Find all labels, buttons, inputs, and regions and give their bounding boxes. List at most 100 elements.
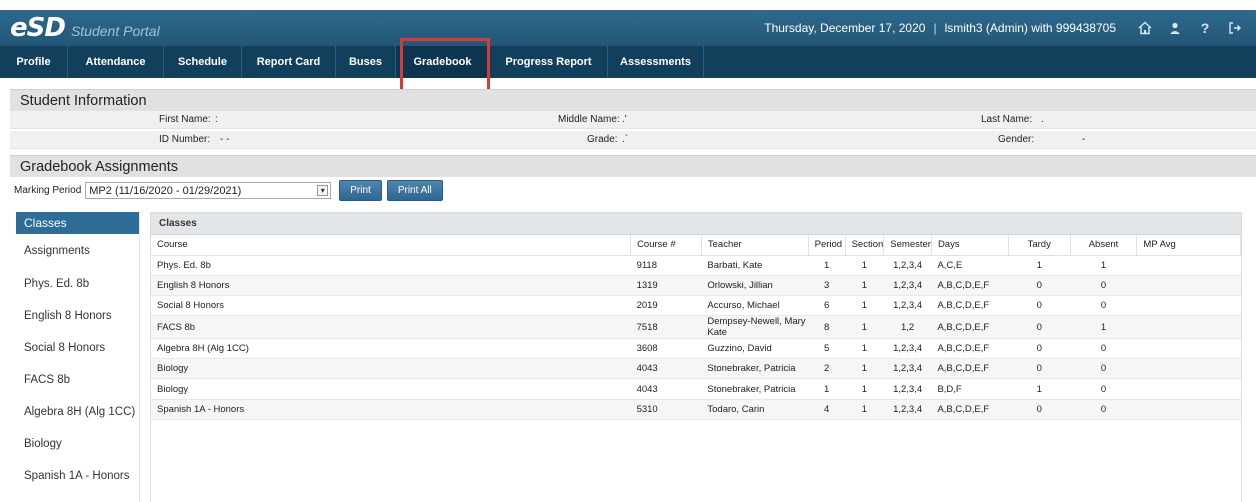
info-row-2: ID Number: - - Grade: .` Gender: - [10, 131, 1256, 149]
table-cell: 1 [845, 338, 884, 360]
sidebar-item-social[interactable]: Social 8 Honors [16, 332, 139, 364]
table-cell: 1 [1008, 378, 1071, 400]
grade-value: .` [622, 134, 629, 145]
table-cell: 1 [808, 255, 846, 276]
last-name-label: Last Name: [981, 114, 1033, 125]
chevron-down-icon[interactable]: ▾ [317, 185, 329, 196]
sidebar-item-phys-ed[interactable]: Phys. Ed. 8b [16, 268, 139, 300]
table-cell: Stonebraker, Patricia [701, 378, 809, 400]
table-cell: 1,2,3,4 [883, 295, 932, 317]
col-period[interactable]: Period [808, 235, 846, 256]
table-cell: Todaro, Carin [701, 399, 809, 420]
marking-period-select[interactable]: MP2 (11/16/2020 - 01/29/2021) ▾ [85, 182, 332, 199]
table-cell: 1 [845, 275, 884, 296]
col-teacher[interactable]: Teacher [701, 235, 809, 256]
col-mp-avg[interactable]: MP Avg [1136, 235, 1241, 256]
sidebar-item-spanish[interactable]: Spanish 1A - Honors [16, 460, 139, 492]
table-cell: Barbati, Kate [701, 255, 809, 276]
separator: | [933, 21, 937, 35]
table-cell [1136, 358, 1241, 380]
table-cell: 0 [1008, 358, 1071, 380]
sidebar-header[interactable]: Classes [16, 212, 139, 234]
info-row-1: First Name: : Middle Name: .' Last Name:… [10, 111, 1256, 129]
print-button[interactable]: Print [339, 180, 382, 201]
table-cell: 1,2,3,4 [883, 399, 932, 420]
table-row[interactable]: Phys. Ed. 8b 9118 Barbati, Kate 1 1 1,2,3,4 A,… [151, 255, 1241, 276]
col-tardy[interactable]: Tardy [1008, 235, 1071, 256]
logout-icon[interactable] [1228, 21, 1242, 35]
col-absent[interactable]: Absent [1070, 235, 1138, 256]
marking-period-label: Marking Period [14, 185, 82, 196]
table-cell: 7518 [630, 315, 702, 340]
tab-assessments[interactable]: Assessments [608, 46, 704, 78]
sidebar-item-facs[interactable]: FACS 8b [16, 364, 139, 396]
table-cell: 0 [1070, 275, 1137, 296]
table-cell: 1,2,3,4 [883, 378, 932, 400]
tab-profile[interactable]: Profile [0, 46, 68, 78]
table-cell: 4043 [630, 358, 702, 380]
gradebook-header: Gradebook Assignments [10, 155, 1256, 177]
table-cell: 1 [845, 295, 884, 317]
sidebar-item-biology[interactable]: Biology [16, 428, 139, 460]
table-row[interactable]: Biology 4043 Stonebraker, Patricia 2 1 1,2,3,… [151, 358, 1241, 380]
col-section[interactable]: Section [845, 235, 885, 256]
table-header-row: Course Course # Teacher Period Section S… [151, 235, 1241, 256]
table-row[interactable]: Biology 4043 Stonebraker, Patricia 1 1 1,2,3,… [151, 378, 1241, 400]
classes-panel: Classes Course Course # Teacher Period S… [150, 212, 1242, 502]
print-all-button[interactable]: Print All [386, 180, 443, 201]
table-cell [1136, 275, 1241, 296]
sidebar-item-assignments[interactable]: Assignments [16, 234, 139, 268]
table-cell: 1 [845, 358, 884, 380]
tab-buses[interactable]: Buses [336, 46, 396, 78]
table-cell: 1,2,3,4 [883, 338, 932, 360]
tab-schedule[interactable]: Schedule [164, 46, 242, 78]
col-course-number[interactable]: Course # [630, 235, 702, 256]
table-cell: 0 [1008, 275, 1071, 296]
sidebar-item-algebra[interactable]: Algebra 8H (Alg 1CC) [16, 396, 139, 428]
tab-gradebook[interactable]: Gradebook [396, 46, 490, 78]
col-course[interactable]: Course [151, 235, 632, 256]
logo[interactable]: eSD Student Portal [0, 13, 160, 43]
table-cell: 0 [1070, 358, 1137, 380]
logo-mark: eSD [10, 13, 66, 43]
first-name-value: : [215, 114, 218, 125]
col-days[interactable]: Days [931, 235, 1009, 256]
classes-table: Course Course # Teacher Period Section S… [151, 235, 1241, 420]
main-nav: Profile Attendance Schedule Report Card … [0, 46, 1256, 78]
table-cell: A,B,C,D,E,F [931, 295, 1009, 317]
table-cell: 3 [808, 275, 846, 296]
tab-progress-report[interactable]: Progress Report [490, 46, 608, 78]
table-cell: 1,2,3,4 [883, 358, 932, 380]
table-cell: 0 [1070, 378, 1137, 400]
table-cell: FACS 8b [151, 315, 631, 340]
table-cell: 1 [845, 315, 884, 340]
table-cell: A,B,C,D,E,F [931, 399, 1009, 420]
table-cell: A,B,C,D,E,F [931, 338, 1009, 360]
sidebar-item-english[interactable]: English 8 Honors [16, 300, 139, 332]
table-cell: A,B,C,D,E,F [931, 358, 1009, 380]
table-cell: 0 [1070, 399, 1137, 420]
table-cell [1136, 399, 1241, 420]
student-portal-page: eSD Student Portal Thursday, December 17… [0, 0, 1256, 502]
user-icon[interactable] [1168, 21, 1182, 35]
col-semester[interactable]: Semester [883, 235, 932, 256]
table-row[interactable]: English 8 Honors 1319 Orlowski, Jillian 3 1 1… [151, 275, 1241, 296]
home-icon[interactable] [1138, 21, 1152, 35]
table-cell: 0 [1008, 338, 1071, 360]
table-row[interactable]: Spanish 1A - Honors 5310 Todaro, Carin 4 1 1,… [151, 399, 1241, 420]
table-cell: Algebra 8H (Alg 1CC) [151, 338, 631, 360]
tab-attendance[interactable]: Attendance [68, 46, 164, 78]
help-icon[interactable]: ? [1198, 20, 1212, 36]
table-row[interactable]: FACS 8b 7518 Dempsey-Newell, Mary Kate 8 1 1,… [151, 315, 1241, 340]
table-cell: A,C,E [931, 255, 1009, 276]
table-cell: Stonebraker, Patricia [701, 358, 809, 380]
table-row[interactable]: Algebra 8H (Alg 1CC) 3608 Guzzino, David 5 1… [151, 338, 1241, 360]
table-cell: Social 8 Honors [151, 295, 631, 317]
table-cell: 1 [1008, 255, 1071, 276]
grade-label: Grade: [587, 134, 618, 145]
table-cell [1136, 255, 1241, 276]
table-row[interactable]: Social 8 Honors 2019 Accurso, Michael 6 1 1,2… [151, 295, 1241, 317]
table-cell: 4043 [630, 378, 702, 400]
marking-period-bar: Marking Period MP2 (11/16/2020 - 01/29/2… [14, 180, 443, 201]
tab-report-card[interactable]: Report Card [242, 46, 336, 78]
